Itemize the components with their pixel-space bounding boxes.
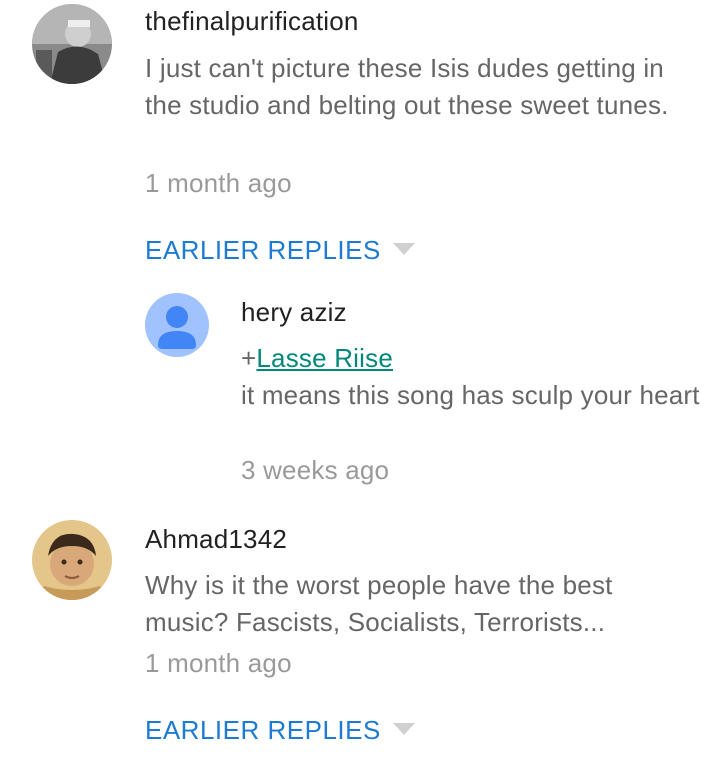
earlier-replies-label: EARLIER REPLIES	[145, 235, 381, 265]
mention-prefix: +	[241, 343, 257, 373]
mention-link[interactable]: Lasse Riise	[256, 343, 393, 373]
avatar[interactable]	[32, 520, 112, 600]
reply-text: it means this song has sculp your heart	[241, 380, 700, 410]
avatar-photo	[32, 4, 112, 84]
chevron-down-icon	[392, 243, 415, 256]
reply-author[interactable]: hery aziz	[241, 297, 347, 328]
comment-timestamp: 1 month ago	[145, 648, 292, 678]
comment-text: Why is it the worst people have the best…	[145, 570, 613, 637]
comment-timestamp: 1 month ago	[145, 168, 292, 198]
chevron-down-icon	[392, 723, 415, 736]
earlier-replies-label: EARLIER REPLIES	[145, 715, 381, 745]
comment-author[interactable]: thefinalpurification	[145, 6, 359, 37]
avatar-photo	[32, 520, 112, 600]
person-icon	[145, 293, 209, 357]
avatar[interactable]	[32, 4, 112, 84]
earlier-replies-button[interactable]: EARLIER REPLIES	[145, 715, 415, 746]
reply-mention-line: +Lasse Riise	[241, 340, 701, 377]
comment-text: I just can't picture these Isis dudes ge…	[145, 53, 669, 120]
reply-timestamp: 3 weeks ago	[241, 455, 390, 485]
comment-author[interactable]: Ahmad1342	[145, 524, 287, 555]
avatar[interactable]	[145, 293, 209, 357]
earlier-replies-button[interactable]: EARLIER REPLIES	[145, 235, 415, 266]
comments-page: thefinalpurification I just can't pictur…	[0, 0, 720, 768]
